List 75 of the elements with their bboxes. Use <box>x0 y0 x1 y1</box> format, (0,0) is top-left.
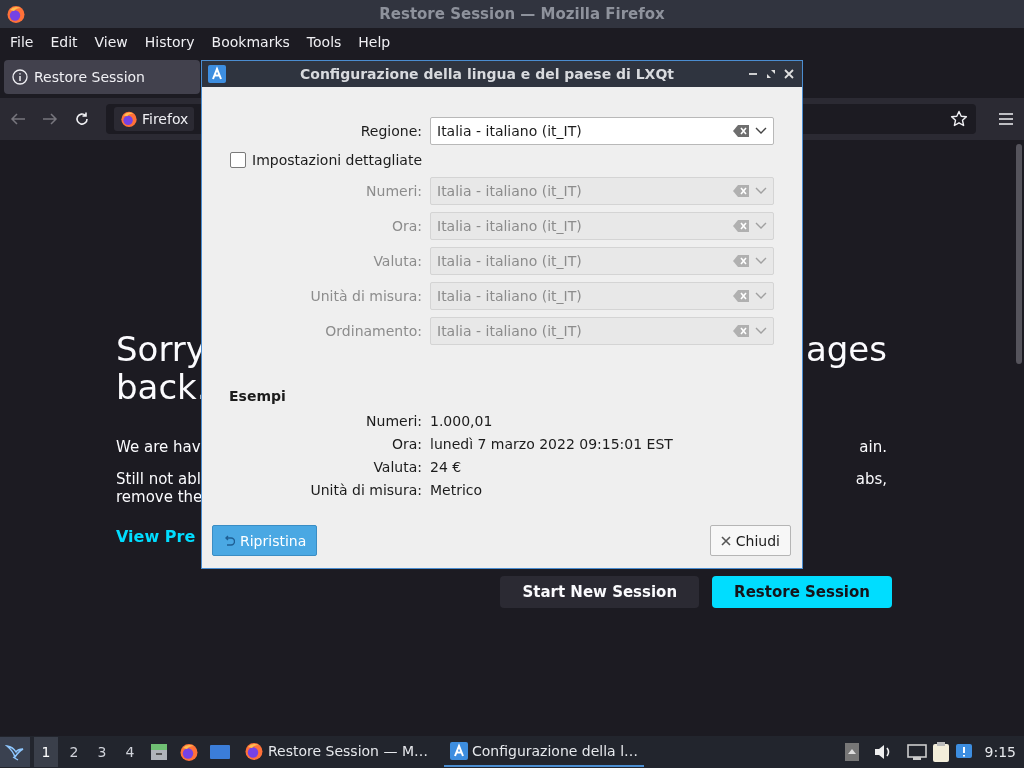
menu-item[interactable]: History <box>144 34 207 50</box>
back-arrow-icon[interactable] <box>10 112 26 126</box>
session-button[interactable]: Start New Session <box>500 576 700 608</box>
firefox-logo-icon <box>244 741 264 761</box>
tray-expand-icon[interactable] <box>844 743 859 761</box>
session-button[interactable]: Restore Session <box>712 576 892 608</box>
taskbar-task[interactable]: Configurazione della l… <box>443 737 645 767</box>
example-value: 1.000,01 <box>430 412 494 431</box>
field-label: Regione: <box>359 123 422 139</box>
field-label: Unità di misura: <box>309 288 422 304</box>
close-button[interactable]: Chiudi <box>709 525 791 556</box>
field-label: Numeri: <box>365 183 422 199</box>
desktop-switcher[interactable]: 1 <box>34 737 58 767</box>
notification-icon[interactable] <box>954 743 973 761</box>
example-label: Valuta: <box>372 458 422 477</box>
dialog-title: Configurazione della lingua e del paese di LXQt <box>299 66 675 82</box>
example-value: lunedì 7 marzo 2022 09:15:01 EST <box>430 435 674 454</box>
firefox-logo-icon <box>179 742 199 762</box>
heading-text: ages <box>805 330 887 368</box>
checkbox-label[interactable]: Impostazioni dettagliate <box>252 152 422 168</box>
maximize-icon[interactable] <box>766 69 776 79</box>
heading-text: Sorry <box>116 330 206 368</box>
menu-icon[interactable] <box>998 112 1014 126</box>
window-title: Restore Session — Mozilla Firefox <box>378 5 666 23</box>
close-icon[interactable] <box>784 69 794 79</box>
clock: 9:15 <box>984 744 1016 760</box>
desktop-switcher[interactable]: 4 <box>118 737 142 767</box>
menu-item[interactable]: Bookmarks <box>211 34 302 50</box>
desktop-switcher[interactable]: 2 <box>62 737 86 767</box>
menu-item[interactable]: Edit <box>50 34 90 50</box>
paragraph-text: Still not abl <box>116 470 201 488</box>
chevron-down-icon[interactable] <box>755 127 767 135</box>
undo-icon <box>223 534 235 547</box>
paragraph-text: abs, <box>855 470 887 488</box>
desktop-icon[interactable] <box>209 743 231 761</box>
example-value: Metrico <box>430 481 484 500</box>
tab-title: Restore Session <box>34 69 145 85</box>
example-label: Numeri: <box>365 412 422 431</box>
identity-label[interactable]: Firefox <box>114 107 195 131</box>
forward-arrow-icon[interactable] <box>42 112 58 126</box>
taskbar-task[interactable]: Restore Session — M… <box>238 737 434 767</box>
desktop-switcher[interactable]: 3 <box>90 737 114 767</box>
paragraph-text: remove the <box>116 488 203 506</box>
section-heading: Esempi <box>229 388 287 404</box>
field-label: Valuta: <box>372 253 422 269</box>
view-link[interactable]: View Pre <box>116 527 196 546</box>
file-cabinet-icon[interactable] <box>149 742 169 762</box>
bird-icon <box>5 743 25 761</box>
paragraph-text: We are hav <box>116 438 201 456</box>
firefox-logo-icon <box>120 110 138 128</box>
menu-item[interactable]: File <box>10 34 46 50</box>
start-menu-button[interactable] <box>0 737 30 767</box>
example-label: Ora: <box>390 435 422 454</box>
star-icon[interactable] <box>950 110 968 128</box>
app-icon <box>449 742 468 760</box>
firefox-logo-icon <box>6 4 26 24</box>
example-value: 24 € <box>430 458 463 477</box>
locale-dropdown[interactable]: Italia - italiano (it_IT) <box>430 117 774 145</box>
scrollbar-thumb[interactable] <box>1016 144 1022 364</box>
checkbox[interactable] <box>230 152 246 168</box>
close-icon <box>720 535 731 546</box>
heading-text: back. <box>116 368 208 406</box>
info-icon <box>12 69 28 85</box>
field-label: Ordinamento: <box>324 323 422 339</box>
paragraph-text: ain. <box>859 438 887 456</box>
browser-tab[interactable]: Restore Session <box>4 60 200 94</box>
clipboard-icon[interactable] <box>930 741 951 763</box>
menu-item[interactable]: Tools <box>306 34 354 50</box>
clear-icon[interactable] <box>733 125 749 137</box>
menu-item[interactable]: View <box>94 34 140 50</box>
example-label: Unità di misura: <box>309 481 422 500</box>
app-icon <box>208 65 226 83</box>
reload-icon[interactable] <box>74 111 90 127</box>
field-label: Ora: <box>390 218 422 234</box>
menu-item[interactable]: Help <box>358 34 403 50</box>
